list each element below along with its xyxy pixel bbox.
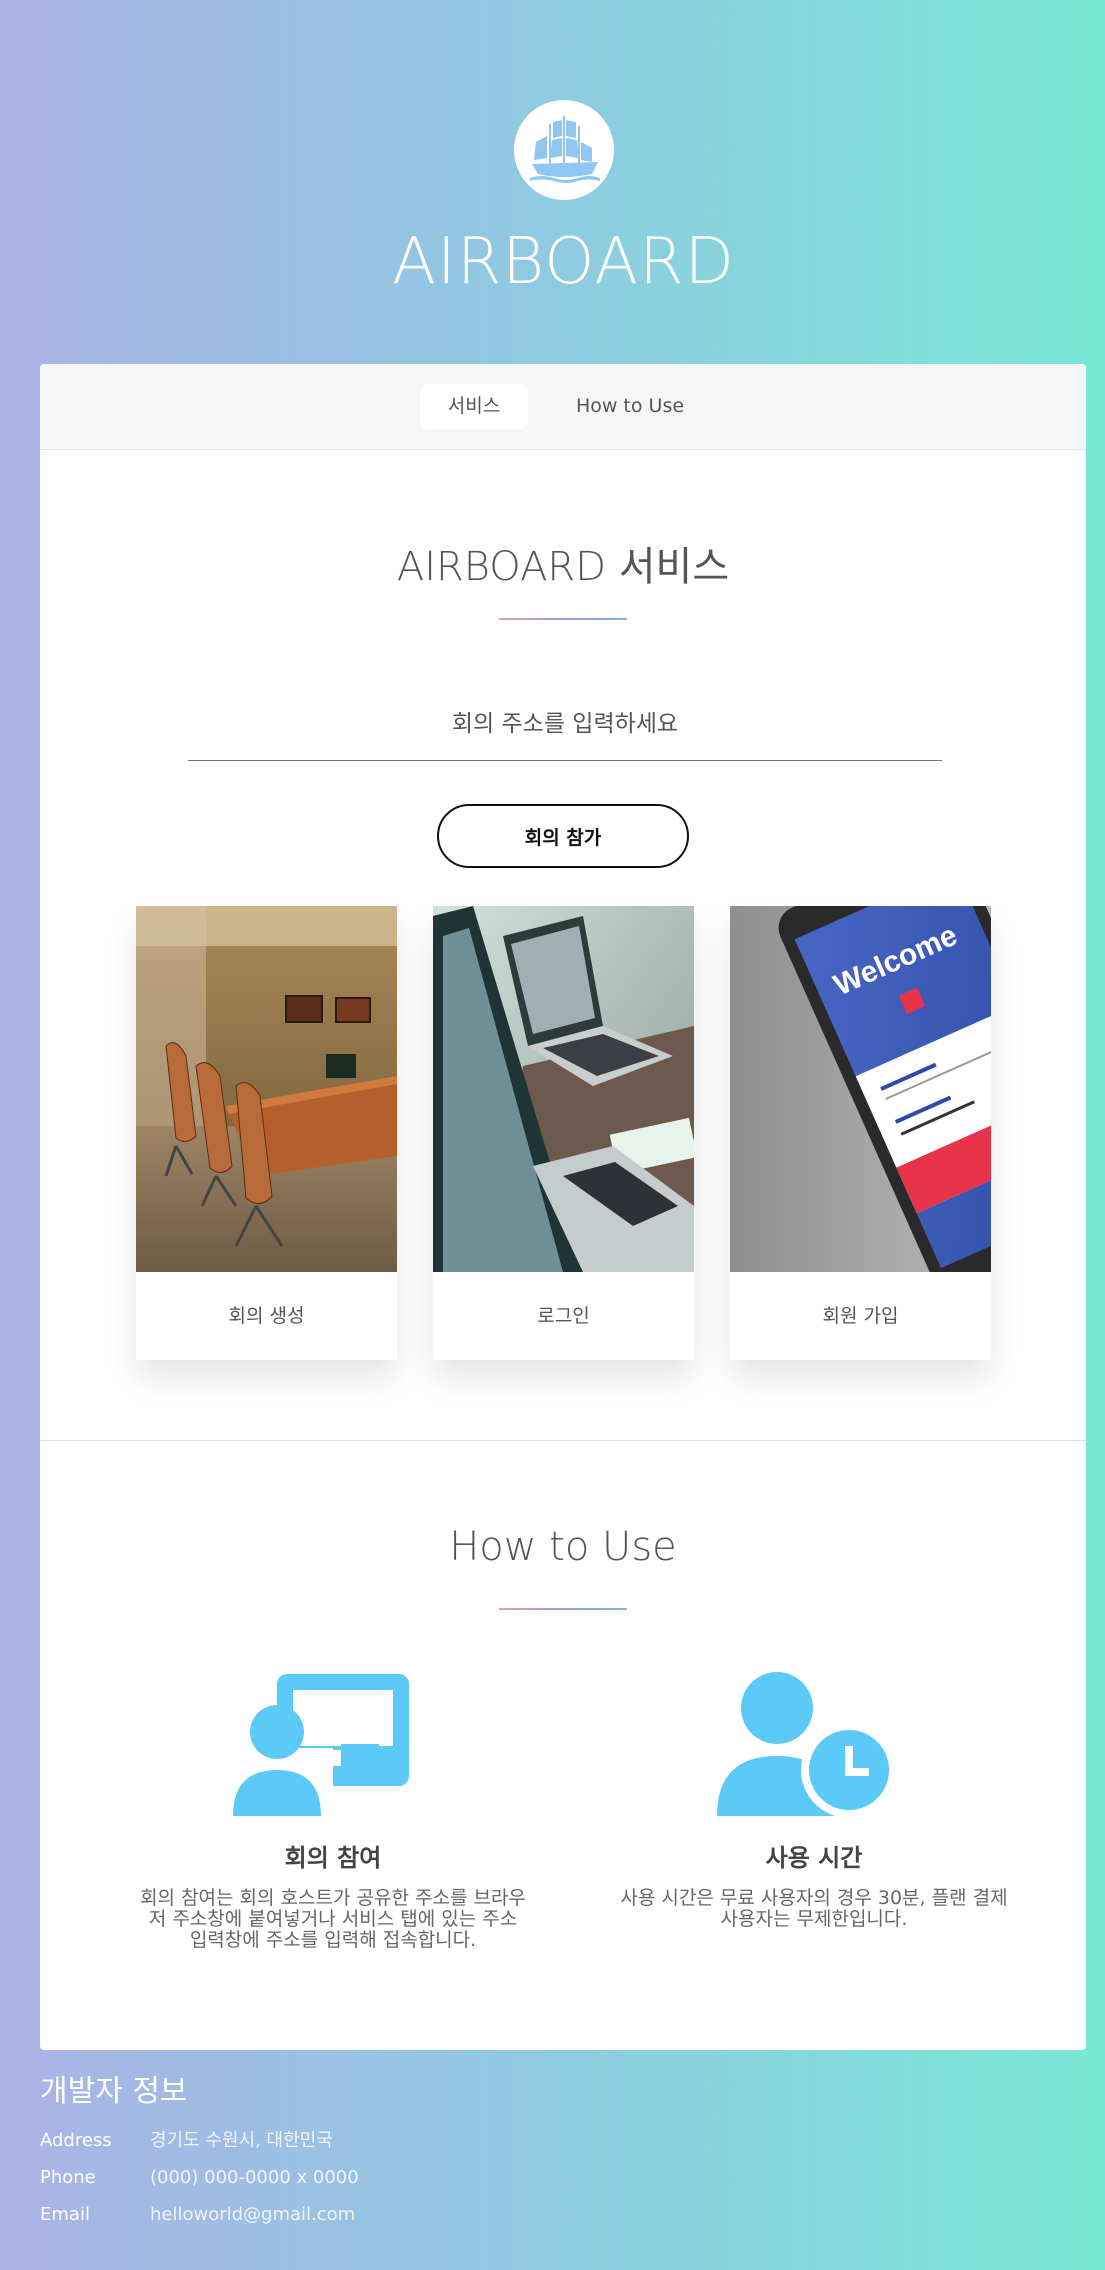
logo[interactable]	[514, 100, 614, 200]
laptop-photo	[433, 906, 694, 1272]
tile-label-signup: 회원 가입	[822, 1305, 899, 1327]
user-clock-icon	[717, 1672, 897, 1822]
conference-room-photo	[136, 906, 397, 1272]
feature-desc-join-line: 입력창에 주소를 입력해 접속합니다.	[189, 1929, 477, 1951]
service-title-underline	[499, 618, 627, 620]
footer-address-value: 경기도 수원시, 대한민국	[150, 2130, 333, 2151]
footer-title: 개발자 정보	[40, 2074, 188, 2109]
feature-desc-join-line: 회의 참여는 회의 호스트가 공유한 주소를 브라우	[140, 1887, 526, 1909]
how-to-use-title-underline	[499, 1608, 627, 1610]
tile-label-login: 로그인	[537, 1305, 590, 1327]
ship-icon	[530, 116, 600, 183]
how-to-use-title: How to Use	[449, 1524, 677, 1570]
feature-desc-usage-line: 사용 시간은 무료 사용자의 경우 30분, 플랜 결제	[620, 1887, 1008, 1909]
feature-desc-join-line: 저 주소창에 붙여넣거나 서비스 탭에 있는 주소	[148, 1908, 518, 1930]
footer-address-key: Address	[40, 2130, 112, 2151]
header: AIRBOARD	[0, 0, 1105, 364]
footer-phone-key: Phone	[40, 2167, 96, 2188]
presentation-user-icon	[233, 1672, 411, 1820]
feature-title-usage-time: 사용 시간	[765, 1844, 863, 1872]
tile-label-create-meeting: 회의 생성	[228, 1305, 305, 1327]
footer-email-key: Email	[40, 2204, 90, 2225]
phone-welcome-photo: Welcome	[730, 906, 991, 1272]
tile-signup[interactable]: Welcome 회원 가입	[730, 906, 991, 1360]
footer-phone-value: (000) 000-0000 x 0000	[150, 2167, 359, 2188]
service-title: AIRBOARD 서비스	[396, 544, 730, 590]
feature-desc-join: 회의 참여는 회의 호스트가 공유한 주소를 브라우 저 주소창에 붙여넣거나 …	[103, 1888, 563, 1951]
section-divider	[40, 1440, 1086, 1441]
meeting-address-input[interactable]	[188, 688, 942, 761]
tab-how-to-use[interactable]: How to Use	[560, 384, 700, 429]
tile-login[interactable]: 로그인	[433, 906, 694, 1360]
site-title: AIRBOARD	[392, 225, 735, 299]
footer-email-value[interactable]: helloworld@gmail.com	[150, 2202, 355, 2228]
main-card: 서비스 How to Use AIRBOARD 서비스 회의 참가	[40, 364, 1086, 2050]
feature-desc-usage-line: 사용자는 무제한입니다.	[720, 1908, 908, 1930]
feature-title-join: 회의 참여	[284, 1844, 382, 1872]
join-meeting-button[interactable]: 회의 참가	[437, 804, 689, 868]
tile-create-meeting[interactable]: 회의 생성	[136, 906, 397, 1360]
feature-desc-usage-time: 사용 시간은 무료 사용자의 경우 30분, 플랜 결제 사용자는 무제한입니다…	[584, 1888, 1044, 1930]
nav-bar: 서비스 How to Use	[40, 364, 1086, 450]
tab-service[interactable]: 서비스	[420, 384, 528, 429]
